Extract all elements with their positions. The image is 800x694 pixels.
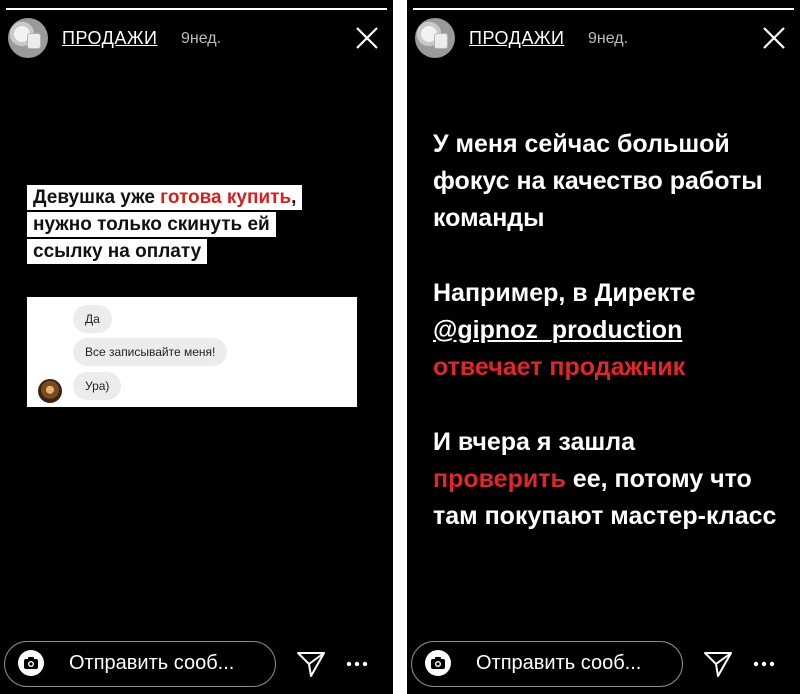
more-dots-icon[interactable] [345,648,369,680]
reply-input-container[interactable]: Отправить сооб... [4,641,276,687]
paragraph-3-highlight: проверить [433,465,566,493]
caption-line1-end: , [291,187,297,208]
story-time: 9нед. [588,30,629,47]
reply-input[interactable]: Отправить сооб... [69,652,234,675]
paragraph-2-highlight: отвечает продажник [433,353,686,381]
story-time: 9нед. [181,30,222,47]
story-text: У меня сейчас большой фокус на качество … [433,126,793,573]
story-paragraph-3: И вчера я зашла проверить ее, потому что … [433,424,793,535]
avatar[interactable] [415,18,455,58]
paragraph-3-intro: И вчера я зашла [433,428,636,456]
paper-plane-icon[interactable] [295,648,327,680]
story-progress-fill [6,8,387,10]
chat-bubble: Ура) [73,372,122,400]
chat-bubble: Да [73,305,112,333]
chat-bubble: Все записывайте меня! [73,338,228,366]
story-paragraph-2: Например, в Директе @gipnoz_production отв… [433,275,793,386]
paper-plane-icon[interactable] [702,648,734,680]
story-progress-fill [413,8,794,10]
camera-icon [24,657,38,669]
reply-bar: Отправить сооб... [0,634,393,694]
more-dots-icon[interactable] [752,648,776,680]
close-icon[interactable] [353,24,381,52]
story-panel-left[interactable]: ПРОДАЖИ 9нед. Девушка уже готова купить,… [0,0,393,694]
caption-line3: ссылку на оплату [33,241,202,262]
camera-button[interactable] [425,650,451,676]
camera-button[interactable] [18,650,44,676]
story-username[interactable]: ПРОДАЖИ [469,28,564,49]
story-caption: Девушка уже готова купить, нужно только с… [27,184,367,265]
caption-text: Девушка уже готова купить, нужно только с… [27,185,303,264]
story-progress-bar [413,8,794,10]
avatar[interactable] [8,18,48,58]
story-username[interactable]: ПРОДАЖИ [62,28,157,49]
close-icon[interactable] [760,24,788,52]
caption-line1: Девушка уже [33,187,161,208]
reply-input[interactable]: Отправить сооб... [476,652,641,675]
chat-avatar [38,379,62,403]
instagram-handle[interactable]: @gipnoz_production [433,316,682,344]
story-panel-right[interactable]: ПРОДАЖИ 9нед. У меня сейчас большой фоку… [407,0,800,694]
reply-input-container[interactable]: Отправить сооб... [411,641,683,687]
reply-bar: Отправить сооб... [407,634,800,694]
caption-line2: нужно только скинуть ей [33,214,270,235]
story-progress-bar [6,8,387,10]
camera-icon [431,657,445,669]
chat-screenshot: Да Все записывайте меня! Ура) [27,297,357,407]
story-paragraph-1: У меня сейчас большой фокус на качество … [433,130,763,232]
caption-highlight: готова купить [160,187,292,208]
paragraph-2-intro: Например, в Директе [433,279,696,307]
